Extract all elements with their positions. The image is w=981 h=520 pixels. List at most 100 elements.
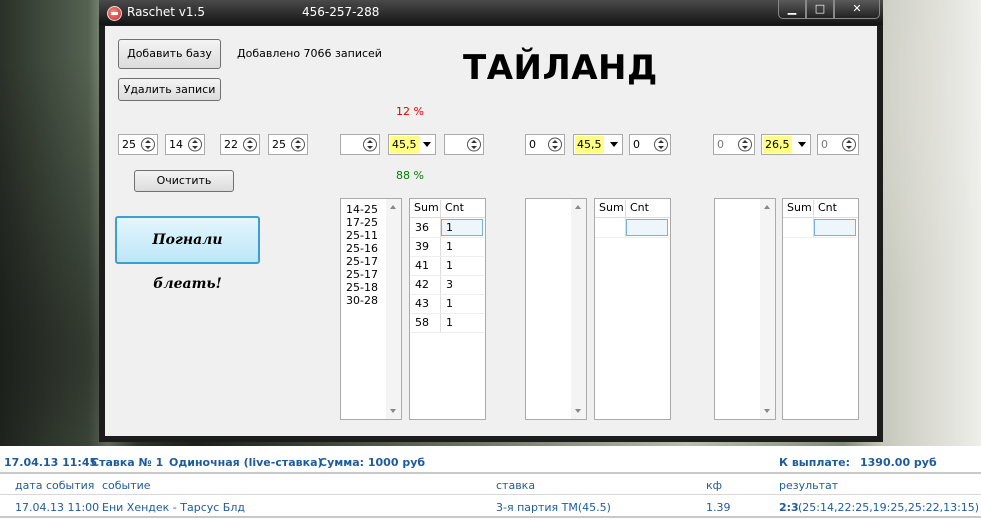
- group2-right-spinner[interactable]: 0: [629, 134, 671, 155]
- group1-left-spinner[interactable]: [340, 134, 380, 155]
- client-area: Добавить базу Добавлено 7066 записей Уда…: [105, 26, 877, 436]
- group1-grid[interactable]: Sum Cnt 36 1 39 1 41 1 42 3 43 1 58 1: [409, 198, 486, 420]
- grid-cell-cnt[interactable]: 1: [446, 259, 453, 272]
- spinner-1[interactable]: 25: [118, 134, 158, 155]
- grid-header-cnt: Cnt: [630, 201, 649, 214]
- event-date: 17.04.13 11:00: [15, 501, 100, 514]
- app-window: Raschet v1.5 456-257-288 ▁ □ ✕ Добавить …: [99, 0, 883, 442]
- spin-arrows-icon[interactable]: [654, 137, 668, 152]
- grid-cell-sum[interactable]: 42: [415, 278, 429, 291]
- vertical-scrollbar[interactable]: [386, 199, 401, 419]
- spin-arrows-icon[interactable]: [738, 137, 752, 152]
- event-result-score: 2:3: [779, 501, 799, 514]
- spinner-4[interactable]: 25: [268, 134, 308, 155]
- scroll-up-icon[interactable]: [575, 205, 581, 209]
- payout-label: К выплате:: [779, 456, 851, 469]
- scroll-down-icon[interactable]: [575, 409, 581, 413]
- grid-cell-cnt[interactable]: 3: [446, 278, 453, 291]
- page-title: ТАЙЛАНД: [463, 48, 658, 88]
- minimize-button[interactable]: ▁: [778, 0, 806, 19]
- spin-arrows-icon[interactable]: [243, 137, 257, 152]
- group3-combo[interactable]: 26,5: [761, 134, 811, 155]
- col-header-result: результат: [779, 479, 839, 492]
- list-item[interactable]: 25-16: [346, 242, 378, 255]
- grid-cell-sum[interactable]: 43: [415, 297, 429, 310]
- grid-cell-cnt[interactable]: 1: [446, 316, 453, 329]
- payout-value: 1390.00 руб: [860, 456, 937, 469]
- bet-number: Ставка № 1: [91, 456, 164, 469]
- bet-datetime: 17.04.13 11:45: [4, 456, 98, 469]
- grid-cell-sum[interactable]: 39: [415, 240, 429, 253]
- app-icon: [107, 6, 122, 21]
- spin-arrows-icon[interactable]: [467, 137, 481, 152]
- spinner-2[interactable]: 14: [165, 134, 205, 155]
- grid-cell-sum[interactable]: 41: [415, 259, 429, 272]
- event-stake: 3-я партия ТМ(45.5): [496, 501, 611, 514]
- event-result-detail: (25:14,22:25,19:25,25:22,13:15): [798, 501, 980, 514]
- list-item[interactable]: 25-17: [346, 255, 378, 268]
- group2-grid[interactable]: Sum Cnt: [594, 198, 671, 420]
- grid-cell-cnt[interactable]: 1: [446, 297, 453, 310]
- divider: [0, 472, 981, 474]
- grid-header-sum: Sum: [414, 201, 439, 214]
- scroll-down-icon[interactable]: [390, 409, 396, 413]
- grid-header-cnt: Cnt: [445, 201, 464, 214]
- event-kf: 1.39: [706, 501, 731, 514]
- group1-right-spinner[interactable]: [444, 134, 484, 155]
- event-name: Ени Хендек - Тарсус Блд: [102, 501, 245, 514]
- add-base-button[interactable]: Добавить базу: [118, 39, 221, 69]
- list-item[interactable]: 14-25: [346, 203, 378, 216]
- group3-grid[interactable]: Sum Cnt: [782, 198, 859, 420]
- vertical-scrollbar[interactable]: [760, 199, 775, 419]
- dropdown-arrow-icon[interactable]: [798, 142, 806, 147]
- dropdown-arrow-icon[interactable]: [610, 142, 618, 147]
- col-header-kf: кф: [706, 479, 723, 492]
- scroll-down-icon[interactable]: [764, 409, 770, 413]
- delete-records-button[interactable]: Удалить записи: [118, 78, 221, 101]
- scroll-up-icon[interactable]: [390, 205, 396, 209]
- group3-right-spinner[interactable]: 0: [817, 134, 859, 155]
- close-button[interactable]: ✕: [834, 0, 880, 19]
- grid-header-cnt: Cnt: [818, 201, 837, 214]
- spin-arrows-icon[interactable]: [842, 137, 856, 152]
- group2-left-spinner[interactable]: 0: [525, 134, 565, 155]
- list-item[interactable]: 25-18: [346, 281, 378, 294]
- col-header-date: дата события: [15, 479, 95, 492]
- clear-button[interactable]: Очистить: [134, 170, 234, 192]
- grid-cell-cnt[interactable]: 1: [446, 221, 453, 234]
- group3-listbox[interactable]: [714, 198, 776, 420]
- group3-left-spinner[interactable]: 0: [713, 134, 755, 155]
- percent-bottom: 88 %: [396, 169, 424, 182]
- spin-arrows-icon[interactable]: [363, 137, 377, 152]
- scroll-up-icon[interactable]: [764, 205, 770, 209]
- spin-arrows-icon[interactable]: [188, 137, 202, 152]
- col-header-event: событие: [102, 479, 151, 492]
- list-item[interactable]: 17-25: [346, 216, 378, 229]
- go-button[interactable]: Погнали блеать!: [115, 216, 260, 292]
- list-item[interactable]: 25-17: [346, 268, 378, 281]
- divider: [0, 494, 981, 495]
- list-item[interactable]: 25-11: [346, 229, 378, 242]
- group1-combo[interactable]: 45,5: [388, 134, 436, 155]
- grid-cell-cnt[interactable]: 1: [446, 240, 453, 253]
- selected-cell[interactable]: [814, 219, 856, 236]
- bet-sum: Сумма: 1000 руб: [319, 456, 426, 469]
- grid-cell-sum[interactable]: 58: [415, 316, 429, 329]
- spin-arrows-icon[interactable]: [291, 137, 305, 152]
- maximize-button[interactable]: □: [806, 0, 834, 19]
- vertical-scrollbar[interactable]: [571, 199, 586, 419]
- group2-combo[interactable]: 45,5: [573, 134, 623, 155]
- group1-listbox[interactable]: 14-25 17-25 25-11 25-16 25-17 25-17 25-1…: [340, 198, 402, 420]
- selected-cell[interactable]: [626, 219, 668, 236]
- dropdown-arrow-icon[interactable]: [423, 142, 431, 147]
- window-phone: 456-257-288: [302, 5, 380, 19]
- list-item[interactable]: 30-28: [346, 294, 378, 307]
- grid-header-sum: Sum: [599, 201, 624, 214]
- spinner-3[interactable]: 22: [220, 134, 260, 155]
- group2-listbox[interactable]: [525, 198, 587, 420]
- window-title: Raschet v1.5: [127, 5, 205, 19]
- grid-cell-sum[interactable]: 36: [415, 221, 429, 234]
- spin-arrows-icon[interactable]: [141, 137, 155, 152]
- spin-arrows-icon[interactable]: [548, 137, 562, 152]
- title-bar[interactable]: Raschet v1.5 456-257-288 ▁ □ ✕: [99, 0, 883, 25]
